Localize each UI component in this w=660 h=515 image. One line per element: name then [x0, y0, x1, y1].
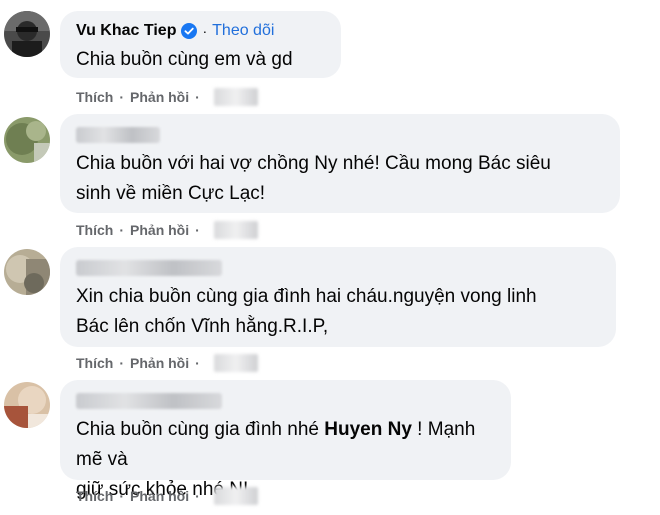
comment-actions: Thích · Phản hồi · [76, 354, 258, 372]
separator-dot: · [202, 23, 208, 39]
comment-author[interactable] [76, 127, 160, 143]
separator-dot: · [119, 355, 125, 371]
comment-bubble: Chia buồn với hai vợ chồng Ny nhé! Cầu m… [60, 114, 620, 213]
comment-author[interactable] [76, 260, 222, 276]
follow-link[interactable]: Theo dõi [212, 22, 274, 40]
like-link[interactable]: Thích [76, 89, 113, 105]
comment-timestamp[interactable] [213, 354, 258, 372]
separator-dot: · [195, 89, 200, 105]
mention-link[interactable]: Huyen Ny [324, 419, 412, 440]
comment-text: Xin chia buồn cùng gia đình hai cháu.ngu… [76, 286, 537, 337]
reply-link[interactable]: Phản hồi [130, 355, 189, 371]
comment-timestamp[interactable] [213, 221, 258, 239]
comment-text: Chia buồn với hai vợ chồng Ny nhé! Cầu m… [76, 153, 551, 204]
reply-link[interactable]: Phản hồi [130, 488, 189, 504]
avatar[interactable] [4, 382, 50, 428]
like-link[interactable]: Thích [76, 222, 113, 238]
comment-timestamp[interactable] [213, 88, 258, 106]
reply-link[interactable]: Phản hồi [130, 222, 189, 238]
comment-actions: Thích · Phản hồi · [76, 221, 258, 239]
avatar[interactable] [4, 249, 50, 295]
like-link[interactable]: Thích [76, 488, 113, 504]
comment-actions: Thích · Phản hồi · [76, 487, 258, 505]
avatar[interactable] [4, 11, 50, 57]
comment-actions: Thích · Phản hồi · [76, 88, 258, 106]
avatar[interactable] [4, 117, 50, 163]
reply-link[interactable]: Phản hồi [130, 89, 189, 105]
separator-dot: · [195, 355, 200, 371]
separator-dot: · [195, 222, 200, 238]
comment-author[interactable]: Vu Khac Tiep [76, 22, 176, 40]
comment-bubble: Vu Khac Tiep · Theo dõi Chia buồn cùng e… [60, 11, 341, 78]
separator-dot: · [119, 222, 125, 238]
comment-bubble: Chia buồn cùng gia đình nhé Huyen Ny ! M… [60, 380, 511, 500]
comment-timestamp[interactable] [213, 487, 258, 505]
comment-author[interactable] [76, 393, 222, 409]
comment-text: Chia buồn cùng em và gd [76, 49, 293, 70]
separator-dot: · [119, 488, 125, 504]
separator-dot: · [119, 89, 125, 105]
verified-badge-icon [181, 23, 198, 39]
separator-dot: · [195, 488, 200, 504]
like-link[interactable]: Thích [76, 355, 113, 371]
comment-bubble: Xin chia buồn cùng gia đình hai cháu.ngu… [60, 247, 616, 347]
